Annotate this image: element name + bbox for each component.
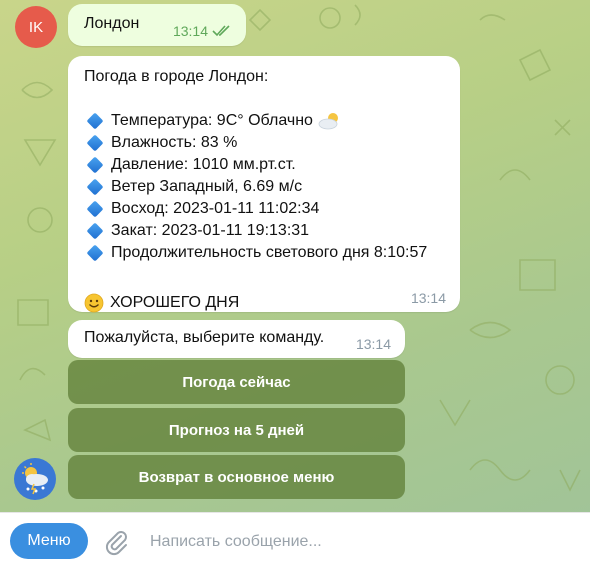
- user-message-meta: 13:14: [173, 23, 232, 39]
- message-input-bar: Меню: [0, 512, 590, 570]
- blue-diamond-icon: [86, 112, 104, 130]
- weather-line-temperature: Температура: 9С° Облачно: [84, 110, 444, 132]
- weather-line-humidity: Влажность: 83 %: [84, 132, 444, 154]
- blue-diamond-icon: [86, 200, 104, 218]
- user-message-text: Лондон: [84, 15, 140, 32]
- blue-diamond-icon: [86, 134, 104, 152]
- menu-button[interactable]: Меню: [10, 523, 88, 559]
- weather-message-bubble[interactable]: Погода в городе Лондон: Температура: 9С°…: [68, 56, 460, 314]
- weather-now-button[interactable]: Погода сейчас: [68, 360, 405, 404]
- blue-diamond-icon: [86, 244, 104, 262]
- weather-line-pressure: Давление: 1010 мм.рт.ст.: [84, 154, 444, 176]
- bot-avatar[interactable]: [14, 458, 56, 500]
- sun-behind-cloud-icon: [318, 113, 338, 130]
- blue-diamond-icon: [86, 222, 104, 240]
- blue-diamond-icon: [86, 178, 104, 196]
- blue-diamond-icon: [86, 156, 104, 174]
- back-to-main-menu-button[interactable]: Возврат в основное меню: [68, 455, 405, 499]
- weather-line-sunset: Закат: 2023-01-11 19:13:31: [84, 220, 444, 242]
- weather-line-daylight: Продолжительность светового дня 8:10:57: [84, 242, 444, 264]
- weather-line-sunrise: Восход: 2023-01-11 11:02:34: [84, 198, 444, 220]
- weather-header: Погода в городе Лондон:: [84, 68, 269, 85]
- user-avatar[interactable]: IK: [15, 6, 57, 48]
- user-avatar-initials: IK: [28, 18, 44, 36]
- user-message-time: 13:14: [172, 23, 208, 39]
- prompt-message-text: Пожалуйста, выберите команду.: [84, 329, 325, 346]
- smiling-face-icon: [84, 293, 104, 313]
- forecast-5-days-button[interactable]: Прогноз на 5 дней: [68, 408, 405, 452]
- prompt-message-bubble[interactable]: Пожалуйста, выберите команду. 13:14: [68, 320, 405, 358]
- weather-footer: ХОРОШЕГО ДНЯ: [84, 292, 444, 314]
- double-check-icon: [212, 25, 230, 37]
- weather-cloud-icon: [22, 463, 48, 495]
- paperclip-icon[interactable]: [103, 528, 129, 556]
- user-message-bubble[interactable]: Лондон 13:14: [68, 4, 246, 46]
- weather-message-time: 13:14: [410, 290, 446, 306]
- weather-line-wind: Ветер Западный, 6.69 м/с: [84, 176, 444, 198]
- message-input[interactable]: [150, 529, 570, 555]
- prompt-message-time: 13:14: [355, 336, 391, 352]
